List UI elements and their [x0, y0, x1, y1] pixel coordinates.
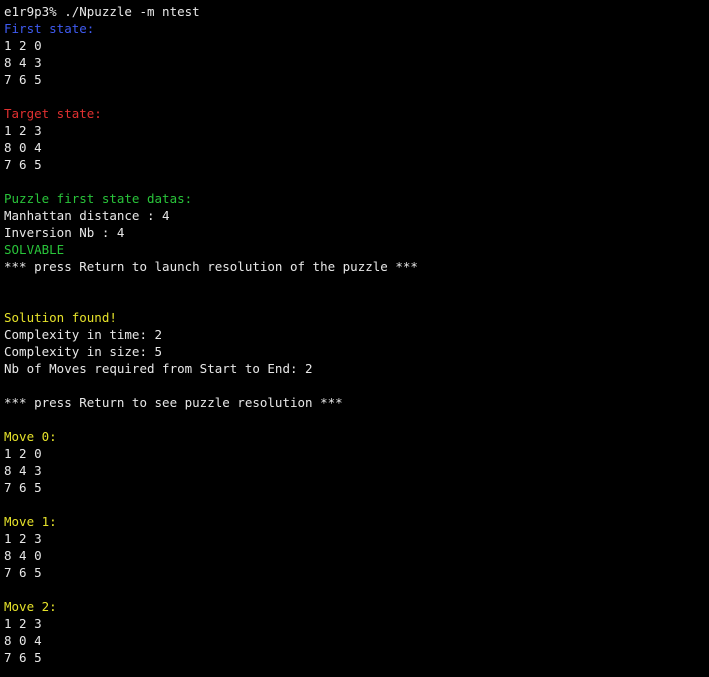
move-row: 7 6 5	[4, 650, 42, 665]
command-prompt: e1r9p3% ./Npuzzle -m ntest	[4, 4, 200, 19]
solution-found: Solution found!	[4, 310, 117, 325]
move-row: 8 0 4	[4, 633, 42, 648]
complexity-time: Complexity in time: 2	[4, 327, 163, 342]
first-state-row: 8 4 3	[4, 55, 42, 70]
move-row: 7 6 5	[4, 565, 42, 580]
move-label: Move 0:	[4, 429, 57, 444]
move-label: Move 1:	[4, 514, 57, 529]
move-row: 8 4 0	[4, 548, 42, 563]
press-return-launch: *** press Return to launch resolution of…	[4, 259, 418, 274]
target-state-row: 1 2 3	[4, 123, 42, 138]
manhattan-distance: Manhattan distance : 4	[4, 208, 170, 223]
target-state-row: 7 6 5	[4, 157, 42, 172]
datas-label: Puzzle first state datas:	[4, 191, 193, 206]
press-return-see: *** press Return to see puzzle resolutio…	[4, 395, 343, 410]
move-row: 8 4 3	[4, 463, 42, 478]
target-state-label: Target state:	[4, 106, 102, 121]
move-row: 1 2 3	[4, 616, 42, 631]
target-state-row: 8 0 4	[4, 140, 42, 155]
solvable-status: SOLVABLE	[4, 242, 65, 257]
moves-required: Nb of Moves required from Start to End: …	[4, 361, 313, 376]
move-row: 7 6 5	[4, 480, 42, 495]
move-label: Move 2:	[4, 599, 57, 614]
terminal-window[interactable]: e1r9p3% ./Npuzzle -m ntest First state: …	[0, 0, 709, 677]
complexity-size: Complexity in size: 5	[4, 344, 163, 359]
move-row: 1 2 0	[4, 446, 42, 461]
inversion-count: Inversion Nb : 4	[4, 225, 125, 240]
first-state-label: First state:	[4, 21, 95, 36]
move-row: 1 2 3	[4, 531, 42, 546]
first-state-row: 1 2 0	[4, 38, 42, 53]
first-state-row: 7 6 5	[4, 72, 42, 87]
